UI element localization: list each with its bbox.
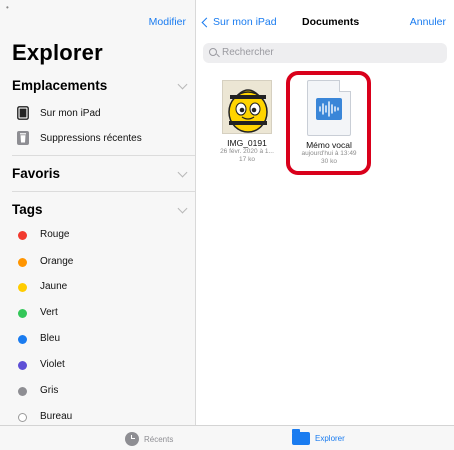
search-placeholder: Rechercher — [222, 47, 274, 58]
folder-icon — [292, 429, 310, 445]
sidebar-item-label: Gris — [40, 385, 59, 396]
tab-recents[interactable]: Récents — [125, 432, 173, 446]
tab-label: Récents — [144, 434, 174, 444]
yellow-tag-dot-icon — [18, 283, 27, 292]
back-button-label: Sur mon iPad — [213, 16, 277, 28]
trash-icon — [17, 131, 29, 145]
file-name: IMG_0191 — [227, 138, 267, 148]
ipad-icon — [17, 106, 29, 120]
locations-section-header[interactable]: Emplacements — [12, 78, 188, 93]
chevron-left-icon — [201, 17, 212, 28]
chevron-down-icon — [177, 79, 188, 90]
sidebar-item-label: Bleu — [40, 333, 61, 344]
chevron-down-icon — [177, 167, 188, 178]
purple-tag-dot-icon — [18, 361, 27, 370]
sidebar-item-label: Sur mon iPad — [40, 108, 101, 119]
search-icon — [209, 48, 217, 56]
tab-bar: Récents Explorer — [0, 425, 454, 450]
green-tag-dot-icon — [18, 309, 27, 318]
page-title: Documents — [302, 16, 360, 28]
sidebar-item-label: Jaune — [40, 281, 68, 292]
selection-highlight — [286, 71, 371, 175]
blue-tag-dot-icon — [18, 335, 27, 344]
bee-image-thumbnail — [222, 80, 272, 134]
hollow-tag-dot-icon — [18, 413, 27, 422]
file-browser-panel: Sur mon iPad Documents Annuler Recherche… — [197, 0, 454, 425]
sidebar-item-label: Rouge — [40, 229, 70, 240]
sidebar-item-label: Suppressions récentes — [40, 133, 142, 144]
tags-section-title: Tags — [12, 202, 43, 217]
edit-button[interactable]: Modifier — [149, 16, 186, 28]
sidebar-title: Explorer — [12, 40, 103, 65]
sidebar-item-label: Violet — [40, 359, 65, 370]
file-item-img-0191[interactable]: IMG_0191 26 févr. 2020 à 1... 17 ko — [212, 80, 282, 164]
sidebar-item-label: Vert — [40, 307, 58, 318]
file-date: 26 févr. 2020 à 1... — [220, 148, 274, 155]
cancel-button[interactable]: Annuler — [410, 16, 446, 28]
divider — [12, 155, 195, 156]
back-button[interactable]: Sur mon iPad — [201, 16, 277, 28]
favorites-section-header[interactable]: Favoris — [12, 166, 188, 181]
tab-label: Explorer — [315, 434, 345, 443]
status-dot: • — [6, 3, 9, 12]
sidebar: • Modifier Explorer Emplacements Sur mon… — [0, 0, 196, 425]
orange-tag-dot-icon — [18, 258, 27, 267]
tags-section-header[interactable]: Tags — [12, 202, 188, 217]
locations-section-title: Emplacements — [12, 78, 108, 93]
red-tag-dot-icon — [18, 231, 27, 240]
search-field[interactable]: Rechercher — [203, 43, 447, 63]
file-size: 17 ko — [239, 156, 255, 163]
tab-explorer[interactable]: Explorer — [292, 429, 345, 445]
clock-icon — [125, 432, 139, 446]
sidebar-item-label: Orange — [40, 256, 74, 267]
gray-tag-dot-icon — [18, 387, 27, 396]
chevron-down-icon — [177, 203, 188, 214]
favorites-section-title: Favoris — [12, 166, 61, 181]
divider — [12, 191, 195, 192]
sidebar-item-label: Bureau — [40, 411, 73, 422]
